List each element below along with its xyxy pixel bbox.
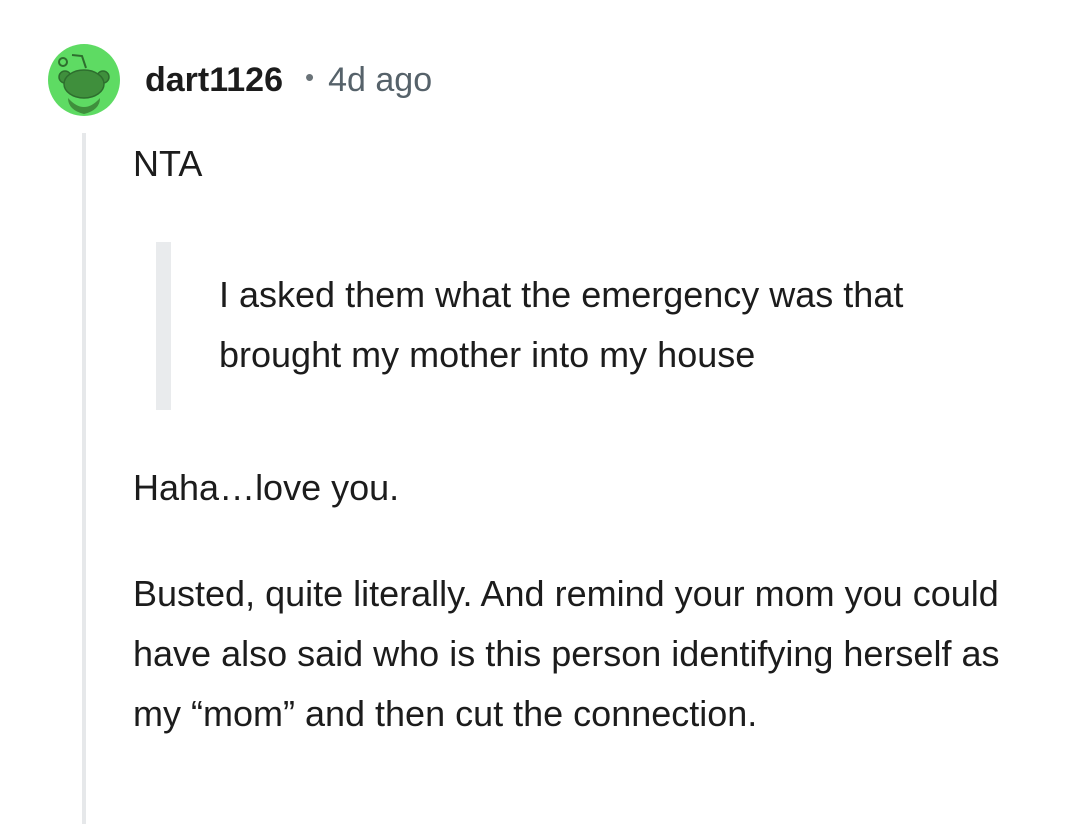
blockquote-bar	[156, 242, 171, 410]
user-avatar[interactable]	[48, 44, 120, 116]
comment-paragraph: Haha…love you.	[133, 467, 400, 508]
comment-paragraph: Busted, quite literally. And remind your…	[133, 573, 1000, 734]
comment: dart1126 • 4d ago NTA I asked them what …	[0, 0, 1079, 824]
comment-verdict: NTA	[133, 143, 203, 184]
username-link[interactable]: dart1126	[145, 61, 283, 100]
snoo-avatar-icon	[48, 44, 120, 116]
blockquote-text: I asked them what the emergency was that…	[219, 274, 904, 375]
comment-timestamp: 4d ago	[328, 60, 433, 99]
thread-collapse-line[interactable]	[82, 133, 86, 824]
meta-separator: •	[305, 61, 315, 92]
comment-meta: dart1126 • 4d ago	[145, 58, 432, 102]
